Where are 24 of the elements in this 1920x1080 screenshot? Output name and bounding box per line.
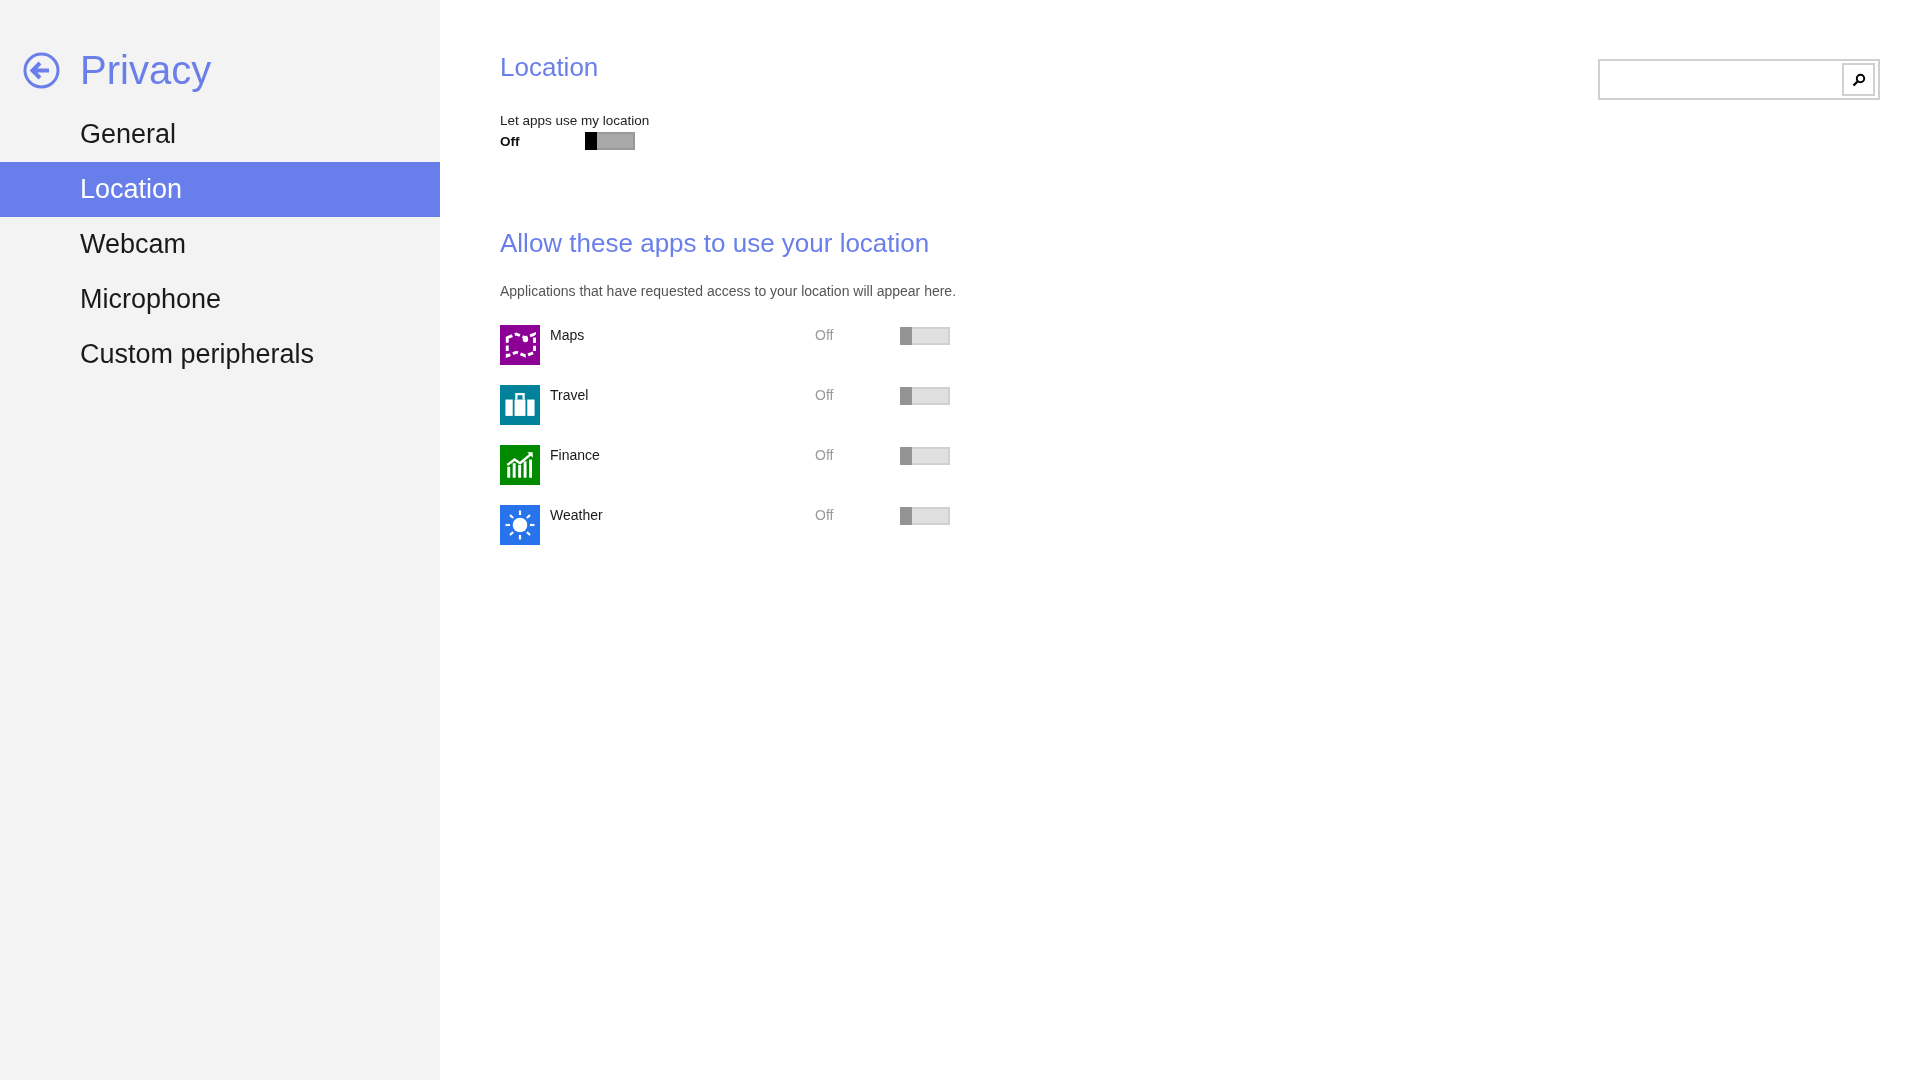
- nav-item[interactable]: General: [0, 107, 440, 162]
- setting-label: Let apps use my location: [500, 113, 650, 128]
- nav-item[interactable]: Custom peripherals: [0, 327, 440, 382]
- toggle-state: Off: [815, 447, 835, 463]
- app-name: Travel: [550, 387, 590, 403]
- app-name: Weather: [550, 507, 604, 523]
- section-heading: Allow these apps to use your location: [500, 228, 930, 259]
- page-title: Privacy: [80, 48, 212, 93]
- nav-item[interactable]: Location: [0, 162, 440, 217]
- toggle-state: Off: [815, 507, 835, 523]
- search-field[interactable]: [1598, 59, 1880, 100]
- toggle-switch[interactable]: [585, 132, 635, 150]
- toggle-state: Off: [500, 133, 521, 149]
- search-button[interactable]: [1842, 63, 1875, 96]
- description-text: Applications that have requested access to your location will appear here.: [500, 283, 958, 299]
- toggle-state: Off: [815, 327, 835, 343]
- app-name: Finance: [550, 447, 601, 463]
- search-icon: [1851, 72, 1866, 87]
- nav-item[interactable]: Webcam: [0, 217, 440, 272]
- toggle-state: Off: [815, 387, 835, 403]
- section-heading: Location: [500, 52, 599, 83]
- app-name: Maps: [550, 327, 586, 343]
- back-icon[interactable]: [23, 52, 60, 89]
- nav-item[interactable]: Microphone: [0, 272, 440, 327]
